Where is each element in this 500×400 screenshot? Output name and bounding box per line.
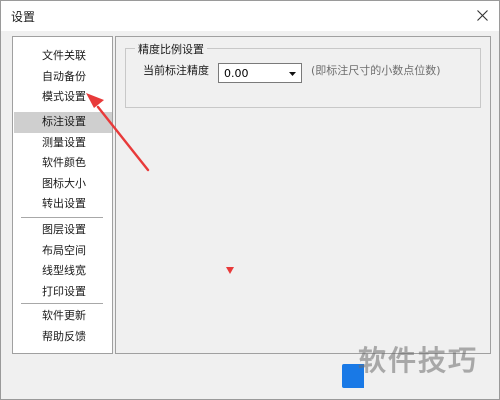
sidebar-item-linetype-width[interactable]: 线型线宽 bbox=[13, 261, 112, 282]
precision-select-value: 0.00 bbox=[224, 67, 249, 80]
settings-sidebar: 文件关联 自动备份 模式设置 标注设置 测量设置 软件颜色 图标大小 转出设置 … bbox=[12, 36, 113, 354]
close-button[interactable] bbox=[469, 3, 495, 27]
sidebar-item-icon-size[interactable]: 图标大小 bbox=[13, 174, 112, 195]
sidebar-group-drawing: 图层设置 布局空间 线型线宽 打印设置 bbox=[13, 220, 112, 302]
settings-dialog: 设置 文件关联 自动备份 模式设置 标注设置 测量设置 软件颜色 图标大小 转出… bbox=[0, 0, 500, 400]
sidebar-divider bbox=[21, 303, 103, 304]
close-icon bbox=[477, 10, 488, 21]
sidebar-item-auto-backup[interactable]: 自动备份 bbox=[13, 67, 112, 88]
window-title: 设置 bbox=[11, 10, 36, 24]
sidebar-item-layout-space[interactable]: 布局空间 bbox=[13, 241, 112, 262]
settings-content-panel: 精度比例设置 当前标注精度 0.00 (即标注尺寸的小数点位数) bbox=[115, 36, 491, 354]
sidebar-group-display: 标注设置 测量设置 软件颜色 图标大小 转出设置 bbox=[13, 112, 112, 215]
sidebar-item-help-feedback[interactable]: 帮助反馈 bbox=[13, 327, 112, 348]
precision-select[interactable]: 0.00 bbox=[218, 63, 302, 83]
groupbox-title: 精度比例设置 bbox=[135, 41, 207, 57]
title-bar: 设置 bbox=[1, 1, 499, 31]
sidebar-item-export-settings[interactable]: 转出设置 bbox=[13, 194, 112, 215]
precision-scale-groupbox: 精度比例设置 当前标注精度 0.00 (即标注尺寸的小数点位数) bbox=[125, 41, 481, 108]
chevron-down-icon bbox=[289, 72, 296, 76]
sidebar-item-software-color[interactable]: 软件颜色 bbox=[13, 153, 112, 174]
sidebar-item-annotation-settings[interactable]: 标注设置 bbox=[14, 112, 112, 133]
watermark-text: 软件技巧 bbox=[358, 344, 479, 377]
sidebar-item-print-settings[interactable]: 打印设置 bbox=[13, 282, 112, 303]
sidebar-divider bbox=[21, 217, 103, 218]
sidebar-item-layer-settings[interactable]: 图层设置 bbox=[13, 220, 112, 241]
sidebar-group-general: 文件关联 自动备份 模式设置 bbox=[13, 46, 112, 108]
sidebar-item-file-association[interactable]: 文件关联 bbox=[13, 46, 112, 67]
triangle-cursor-icon bbox=[226, 267, 234, 274]
sidebar-item-mode-settings[interactable]: 模式设置 bbox=[13, 87, 112, 108]
sidebar-item-measure-settings[interactable]: 测量设置 bbox=[13, 133, 112, 154]
precision-hint: (即标注尺寸的小数点位数) bbox=[311, 64, 441, 77]
sidebar-item-software-update[interactable]: 软件更新 bbox=[13, 306, 112, 327]
precision-label: 当前标注精度 bbox=[143, 64, 209, 77]
sidebar-group-support: 软件更新 帮助反馈 bbox=[13, 306, 112, 347]
